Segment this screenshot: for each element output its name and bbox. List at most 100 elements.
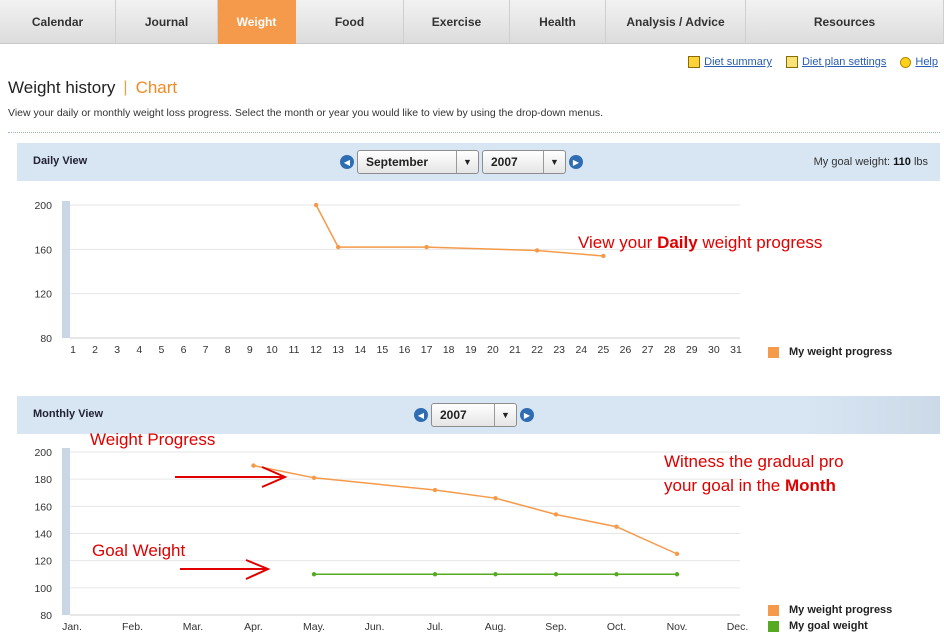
y-tick-label: 140 (34, 529, 52, 541)
x-tick-label: 4 (136, 344, 142, 356)
x-tick-label: 28 (664, 344, 676, 356)
x-tick-label: 8 (225, 344, 231, 356)
x-tick-label: 5 (158, 344, 164, 356)
x-tick-label: Apr. (244, 621, 263, 633)
x-tick-label: 2 (92, 344, 98, 356)
legend-progress-label: My weight progress (789, 346, 893, 358)
diet-summary-link[interactable]: Diet summary (688, 56, 772, 68)
data-point (674, 551, 680, 557)
x-tick-label: 12 (310, 344, 322, 356)
x-tick-label: Jun. (365, 621, 385, 633)
x-tick-label: 29 (686, 344, 698, 356)
monthly-controls: ◀ 2007 ▼ ▶ (414, 403, 534, 427)
y-tick-label: 120 (34, 289, 52, 301)
x-tick-label: 6 (181, 344, 187, 356)
series-line-0 (315, 204, 604, 257)
daily-year-select[interactable]: 2007 ▼ (482, 150, 566, 174)
tab-food[interactable]: Food (296, 0, 404, 44)
x-tick-label: 10 (266, 344, 278, 356)
help-label: Help (915, 56, 938, 68)
data-point (553, 512, 559, 517)
data-point (674, 572, 680, 577)
data-point (432, 572, 438, 577)
lightbulb-icon (900, 56, 912, 68)
page-title-text: Weight history (8, 78, 116, 97)
x-tick-label: Feb. (122, 621, 143, 633)
page-title: Weight history | Chart (8, 78, 177, 98)
chevron-down-icon: ▼ (494, 404, 516, 426)
x-tick-label: 27 (642, 344, 654, 356)
diet-plan-settings-link[interactable]: Diet plan settings (785, 56, 886, 68)
goal-unit: lbs (913, 156, 928, 168)
daily-view-bar: Daily View ◀ September ▼ 2007 ▼ ▶ My goal … (17, 143, 940, 181)
tab-calendar[interactable]: Calendar (0, 0, 116, 44)
diet-summary-label: Diet summary (704, 56, 772, 68)
x-tick-label: Mar. (183, 621, 203, 633)
y-tick-label: 200 (34, 200, 52, 212)
data-point (553, 572, 559, 577)
legend-swatch-progress (768, 604, 779, 616)
data-point (601, 253, 606, 259)
tab-health[interactable]: Health (510, 0, 606, 44)
x-tick-label: May. (303, 621, 325, 633)
x-tick-label: 7 (203, 344, 209, 356)
prev-year-icon[interactable]: ◀ (414, 408, 428, 422)
goal-prefix: My goal weight: (813, 156, 891, 168)
x-tick-label: 17 (421, 344, 433, 356)
daily-legend: My weight progress (768, 346, 892, 358)
x-tick-label: 1 (70, 344, 76, 356)
daily-view-label: Daily View (33, 155, 88, 167)
data-point (424, 244, 429, 250)
x-tick-label: 21 (509, 344, 521, 356)
tab-journal[interactable]: Journal (116, 0, 218, 44)
daily-annotation-pre: View your (578, 233, 658, 252)
x-tick-label: 11 (289, 344, 300, 356)
x-tick-label: 3 (114, 344, 120, 356)
data-point (311, 572, 317, 577)
monthly-year-select[interactable]: 2007 ▼ (431, 403, 517, 427)
legend-swatch-goal (768, 620, 779, 632)
x-tick-label: 30 (708, 344, 720, 356)
weight-progress-annotation: Weight Progress (90, 430, 216, 449)
daily-annotation-post: weight progress (697, 233, 823, 252)
daily-year-value: 2007 (491, 155, 518, 169)
data-point (614, 572, 619, 577)
monthly-view-label: Monthly View (33, 408, 104, 420)
month-select[interactable]: September ▼ (357, 150, 479, 174)
document-icon (688, 56, 701, 68)
tab-weight[interactable]: Weight (218, 0, 296, 44)
chevron-down-icon: ▼ (543, 151, 565, 173)
x-tick-label: 25 (598, 344, 610, 356)
monthly-legend-progress: My weight progress (768, 604, 892, 616)
header-links: Diet summary Diet plan settings Help (688, 56, 938, 68)
tab-analysis-advice[interactable]: Analysis / Advice (606, 0, 746, 44)
y-axis-bar (62, 448, 70, 615)
intro-text: View your daily or monthly weight loss p… (8, 107, 604, 119)
prev-month-icon[interactable]: ◀ (340, 155, 354, 169)
x-tick-label: Nov. (667, 621, 688, 633)
data-point (493, 495, 498, 501)
calculator-icon (785, 56, 798, 68)
x-tick-label: 20 (487, 344, 499, 356)
next-year-icon[interactable]: ▶ (520, 408, 534, 422)
x-tick-label: 26 (620, 344, 632, 356)
data-point (493, 572, 498, 577)
daily-controls: ◀ September ▼ 2007 ▼ ▶ (340, 150, 583, 174)
legend-goal-label: My goal weight (789, 620, 868, 632)
data-point (251, 463, 256, 468)
x-tick-label: Sep. (545, 621, 567, 633)
data-point (311, 475, 317, 481)
x-tick-label: Jan. (62, 621, 82, 633)
next-month-icon[interactable]: ▶ (569, 155, 583, 169)
y-tick-label: 80 (40, 610, 52, 622)
x-tick-label: 22 (531, 344, 543, 356)
daily-chart: 801201602001 2 3 4 5 6 7 8 9 10 11 12 13 14 15 16 17 18 19… (34, 200, 742, 356)
y-tick-label: 180 (34, 474, 52, 486)
tab-resources[interactable]: Resources (746, 0, 944, 44)
daily-annotation: View your Daily weight progress (578, 233, 822, 253)
monthly-chart: 80 100 120 140 160 180 200 Jan. Feb. Mar. Apr. May.… (34, 447, 748, 633)
legend-progress-label: My weight progress (789, 604, 893, 616)
tab-exercise[interactable]: Exercise (404, 0, 510, 44)
monthly-year-value: 2007 (440, 408, 467, 422)
help-link[interactable]: Help (900, 56, 938, 68)
